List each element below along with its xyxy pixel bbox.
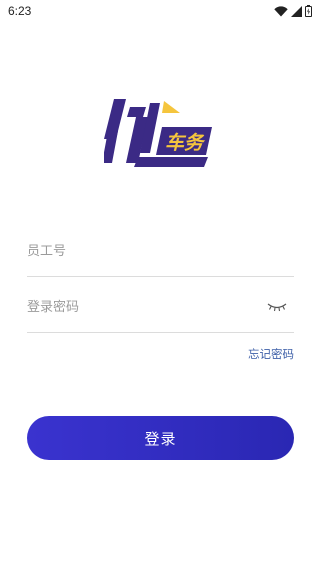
employee-id-input[interactable] [27,227,257,275]
wifi-icon [274,5,288,16]
status-time: 6:23 [8,4,32,18]
status-icons [274,5,312,17]
signal-icon [291,5,302,17]
app-logo: 车务 [104,99,212,167]
logo-stroke-6 [134,157,208,167]
status-bar: 6:23 [0,0,320,24]
password-input[interactable] [27,283,257,331]
logo-accent-triangle [162,101,180,113]
login-button[interactable]: 登录 [27,416,294,460]
logo-text: 车务 [165,132,206,154]
eye-closed-icon[interactable] [266,300,288,314]
forgot-password-link[interactable]: 忘记密码 [248,346,294,362]
battery-icon [305,5,312,17]
password-field [27,283,294,333]
logo-stroke-3 [127,107,146,117]
employee-field [27,227,294,277]
